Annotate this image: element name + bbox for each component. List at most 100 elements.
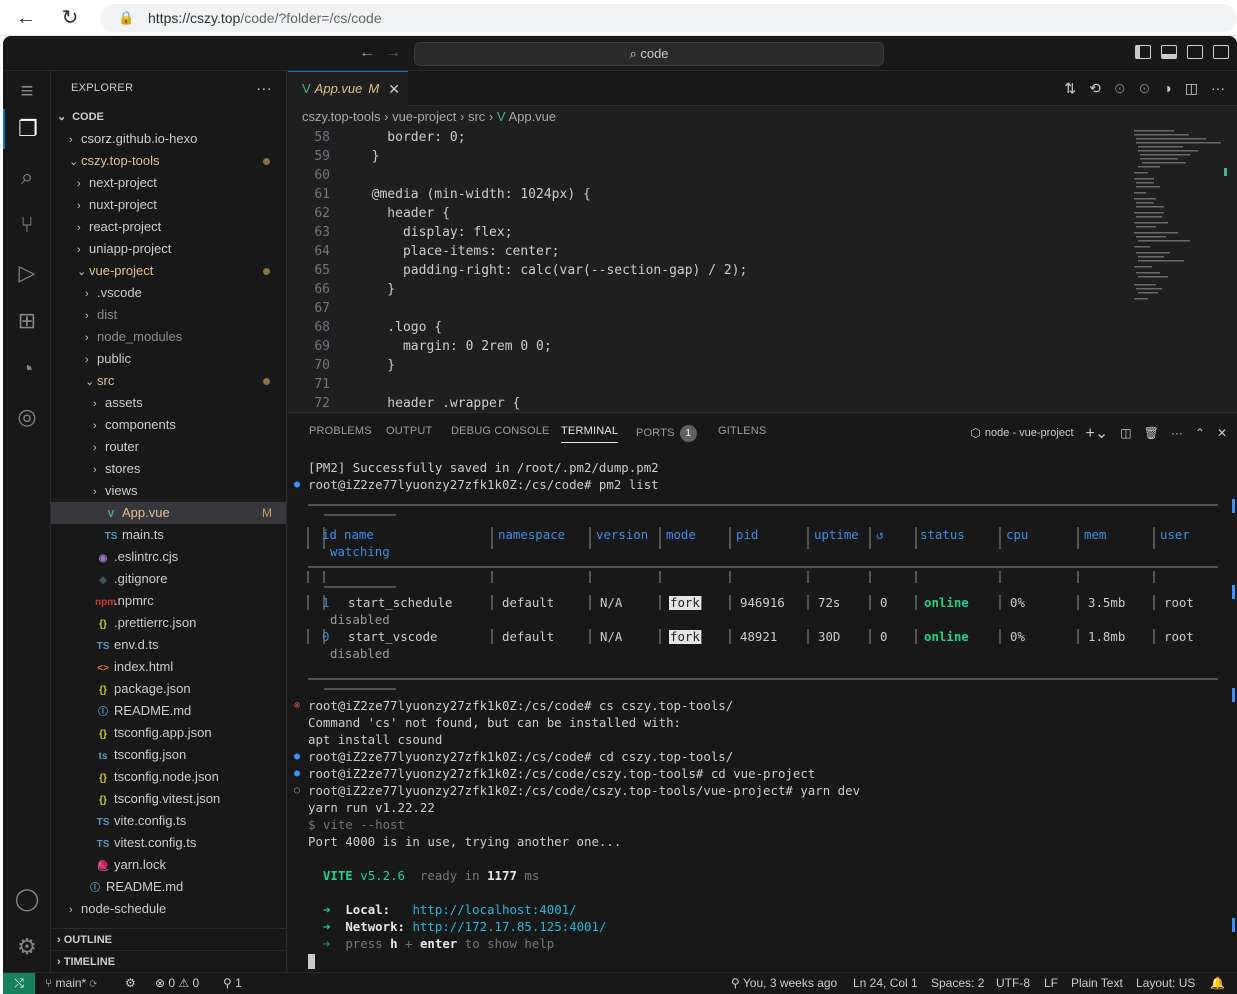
tree-item[interactable]: › nuxt-project [51, 194, 286, 216]
tree-item[interactable]: {} tsconfig.vitest.json [51, 788, 286, 810]
minimap[interactable] [1132, 128, 1227, 408]
end-of-line[interactable]: LF [1044, 973, 1058, 994]
tree-item[interactable]: npm.npmrc [51, 590, 286, 612]
tree-item[interactable]: TS vitest.config.ts [51, 832, 286, 854]
tree-item[interactable]: V App.vue M [51, 502, 286, 524]
more-actions-icon[interactable]: ··· [1211, 80, 1225, 97]
tree-item[interactable]: › assets [51, 392, 286, 414]
tree-item[interactable]: › stores [51, 458, 286, 480]
encoding[interactable]: UTF-8 [996, 973, 1030, 994]
split-editor-icon[interactable]: ◫ [1185, 80, 1198, 97]
tree-item[interactable]: ◆ .gitignore [51, 568, 286, 590]
next-change-icon[interactable]: ⊙ [1139, 80, 1151, 97]
remote-explorer-icon[interactable]: ◎ [3, 397, 51, 437]
git-blame[interactable]: ⚲ You, 3 weeks ago [731, 973, 837, 994]
tree-item[interactable]: ⌄ src [51, 370, 286, 392]
tab-gitlens[interactable]: GITLENS [718, 425, 766, 437]
tree-item[interactable]: ⌄ vue-project [51, 260, 286, 282]
forward-arrow-icon[interactable]: → [385, 44, 401, 62]
timeline-section[interactable]: › TIMELINE [51, 950, 287, 972]
tree-item[interactable]: ⓘ README.md [51, 876, 286, 898]
new-terminal-icon[interactable]: +⌄ [1086, 423, 1109, 443]
tree-item[interactable]: › views [51, 480, 286, 502]
tab-debug-console[interactable]: DEBUG CONSOLE [451, 425, 550, 437]
explorer-icon[interactable]: ❐ [3, 109, 51, 149]
split-terminal-icon[interactable]: ◫ [1120, 426, 1131, 440]
close-panel-icon[interactable]: ✕ [1217, 426, 1227, 440]
outline-section[interactable]: › OUTLINE [51, 928, 287, 950]
tree-item[interactable]: ◉ .eslintrc.cjs [51, 546, 286, 568]
gitlens-status-icon[interactable]: ⚙ [125, 973, 136, 994]
terminal-instance-name[interactable]: node - vue-project [985, 427, 1074, 439]
tree-item[interactable]: 🧶 yarn.lock [51, 854, 286, 876]
tree-item[interactable]: › public [51, 348, 286, 370]
tab-app-vue[interactable]: V App.vue M ✕ [288, 71, 408, 106]
problems-status[interactable]: ⊗ 0 ⚠ 0 [155, 973, 199, 994]
account-icon[interactable]: ◯ [3, 879, 51, 919]
tree-item[interactable]: › .vscode [51, 282, 286, 304]
indentation[interactable]: Spaces: 2 [931, 973, 984, 994]
tree-item[interactable]: › components [51, 414, 286, 436]
tree-item[interactable]: TS main.ts [51, 524, 286, 546]
remote-indicator-icon[interactable]: ⤭ [3, 973, 35, 994]
tree-item[interactable]: › csorz.github.io-hexo [51, 128, 286, 150]
gitlens-inspect-icon[interactable]: ◑ [1163, 80, 1171, 97]
tree-item[interactable]: › node-schedule [51, 898, 286, 920]
network-url-link[interactable]: http://172.17.85.125:4001/ [412, 919, 606, 934]
source-control-icon[interactable]: ⑂ [3, 205, 51, 245]
back-arrow-icon[interactable]: ← [359, 44, 375, 62]
tree-item[interactable]: TS vite.config.ts [51, 810, 286, 832]
local-url-link[interactable]: http://localhost:4001/ [412, 902, 576, 917]
customize-layout-icon[interactable] [1213, 45, 1229, 59]
tree-item[interactable]: TS env.d.ts [51, 634, 286, 656]
tab-output[interactable]: OUTPUT [386, 425, 432, 437]
more-actions-icon[interactable]: ··· [1171, 426, 1183, 440]
code-editor[interactable]: 58 border: 0; 59 } 60 61 @media (min-width:… [288, 128, 1237, 412]
tree-item[interactable]: › react-project [51, 216, 286, 238]
search-icon[interactable]: ⌕ [3, 157, 51, 197]
tree-item[interactable]: › next-project [51, 172, 286, 194]
run-debug-icon[interactable]: ▷ [3, 253, 51, 293]
compare-icon[interactable]: ⇅ [1064, 80, 1076, 97]
previous-change-icon[interactable]: ⊙ [1114, 80, 1126, 97]
kill-terminal-icon[interactable]: 🗑 [1144, 426, 1159, 440]
tree-item[interactable]: › node_modules [51, 326, 286, 348]
terminal[interactable]: [PM2] Successfully saved in /root/.pm2/d… [288, 459, 1223, 973]
breadcrumb-item[interactable]: App.vue [508, 109, 556, 124]
git-branch[interactable]: ⑂ main* ⟳ [45, 973, 97, 994]
breadcrumb-item[interactable]: vue-project [392, 109, 456, 124]
workspace-root[interactable]: ⌄ CODE [51, 106, 286, 128]
breadcrumb-item[interactable]: src [468, 109, 485, 124]
git-history-icon[interactable]: ⟲ [1089, 80, 1101, 97]
ports-status[interactable]: ⚲ 1 [223, 973, 242, 994]
tree-item[interactable]: {} .prettierrc.json [51, 612, 286, 634]
tree-item[interactable]: › router [51, 436, 286, 458]
cursor-position[interactable]: Ln 24, Col 1 [853, 973, 918, 994]
notifications-icon[interactable]: 🔔 [1210, 973, 1225, 994]
back-icon[interactable]: ← [12, 4, 40, 32]
keyboard-layout[interactable]: Layout: US [1136, 973, 1195, 994]
extensions-icon[interactable]: ⊞ [3, 301, 51, 341]
tree-item[interactable]: › dist [51, 304, 286, 326]
more-actions-icon[interactable]: ··· [256, 71, 272, 106]
toggle-panel-icon[interactable] [1161, 45, 1177, 59]
tab-ports[interactable]: PORTS 1 [636, 425, 697, 442]
language-mode[interactable]: Plain Text [1071, 973, 1123, 994]
tree-item[interactable]: › uniapp-project [51, 238, 286, 260]
tree-item[interactable]: ⌄ cszy.top-tools [51, 150, 286, 172]
close-tab-icon[interactable]: ✕ [388, 72, 400, 106]
tab-problems[interactable]: PROBLEMS [309, 425, 372, 437]
breadcrumb-item[interactable]: cszy.top-tools [302, 109, 381, 124]
reload-icon[interactable]: ↻ [56, 4, 84, 32]
tree-item[interactable]: ts tsconfig.json [51, 744, 286, 766]
tab-terminal[interactable]: TERMINAL [561, 425, 619, 443]
tree-item[interactable]: {} tsconfig.app.json [51, 722, 286, 744]
tree-item[interactable]: ⓘ README.md [51, 700, 286, 722]
command-center[interactable]: ⌕ code [414, 42, 884, 66]
maximize-panel-icon[interactable]: ⌃ [1195, 426, 1205, 440]
menu-icon[interactable]: ≡ [3, 71, 51, 111]
tree-item[interactable]: {} tsconfig.node.json [51, 766, 286, 788]
toggle-primary-sidebar-icon[interactable] [1135, 45, 1151, 59]
gitlens-icon[interactable]: ◔ [3, 349, 51, 389]
tree-item[interactable]: {} package.json [51, 678, 286, 700]
